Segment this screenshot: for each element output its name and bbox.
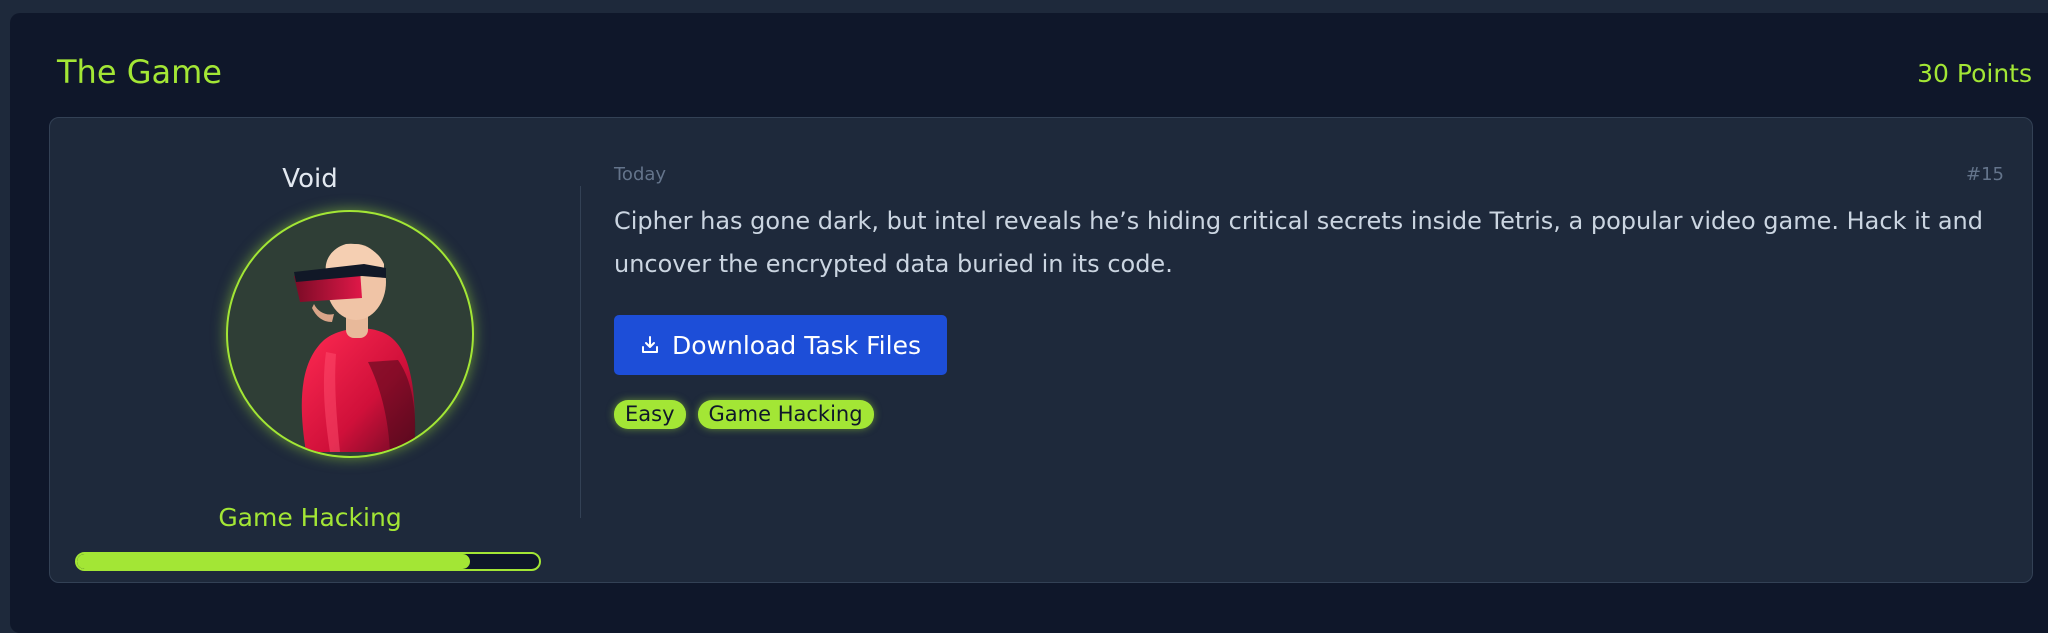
category-progress-bar: [75, 552, 541, 571]
challenge-panel: The Game 30 Points Void Game Hacking Tod…: [10, 13, 2048, 633]
download-button-label: Download Task Files: [672, 330, 921, 360]
tag-list: Easy Game Hacking: [614, 400, 874, 429]
download-icon: [640, 335, 660, 355]
tag-difficulty[interactable]: Easy: [614, 400, 686, 429]
post-number: #15: [1966, 164, 2004, 185]
post-date: Today: [614, 164, 667, 185]
vertical-divider: [580, 186, 581, 518]
challenge-points: 30 Points: [1917, 59, 2032, 88]
author-name: Void: [282, 164, 338, 194]
challenge-description: Cipher has gone dark, but intel reveals …: [614, 207, 1983, 278]
author-avatar: [226, 210, 474, 458]
challenge-card: Void Game Hacking Today #15 Cipher has g…: [49, 117, 2033, 583]
tag-category[interactable]: Game Hacking: [697, 400, 874, 429]
hacker-avatar-icon: [294, 243, 416, 452]
progress-fill: [77, 554, 470, 569]
challenge-title: The Game: [57, 53, 222, 91]
author-category: Game Hacking: [218, 503, 402, 532]
download-task-files-button[interactable]: Download Task Files: [614, 315, 947, 375]
